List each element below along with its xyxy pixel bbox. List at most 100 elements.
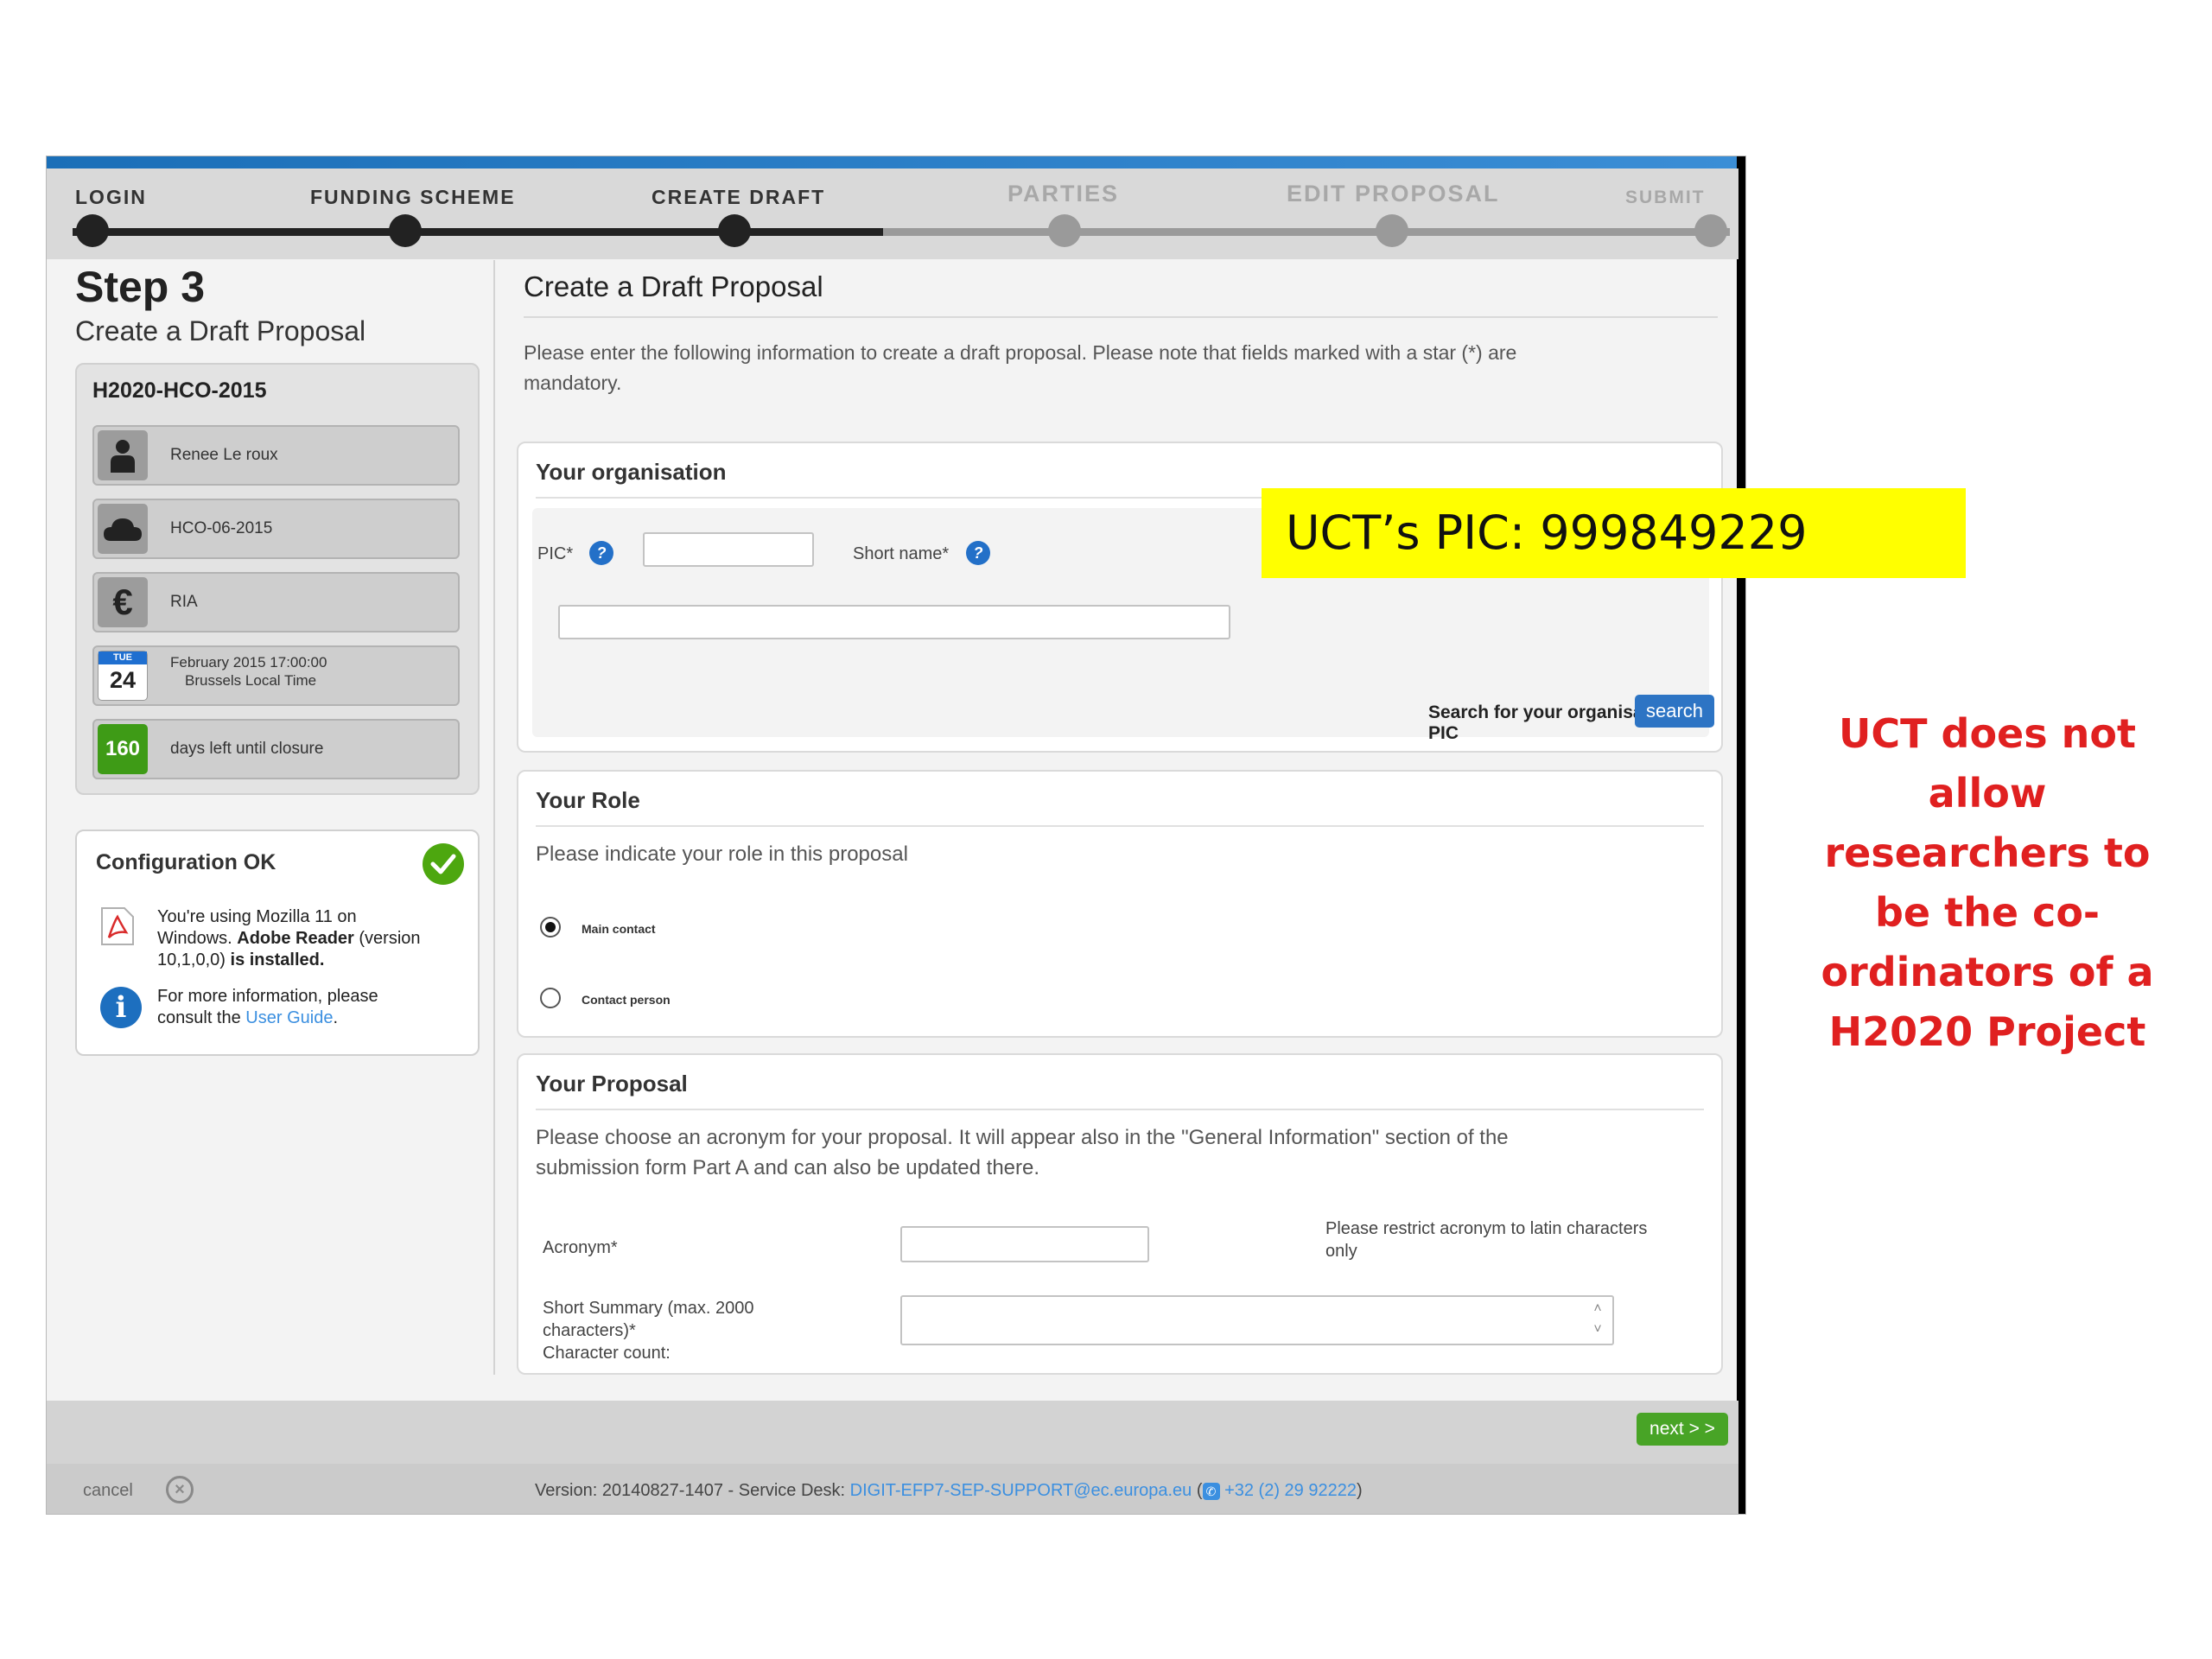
days-left-badge: 160 bbox=[98, 724, 148, 774]
info-row-user: Renee Le roux bbox=[92, 425, 460, 486]
config-info-suffix: . bbox=[333, 1008, 339, 1027]
deadline-timezone: Brussels Local Time bbox=[185, 672, 317, 689]
pic-label: PIC* bbox=[537, 544, 574, 563]
config-reader-line: Windows. Adobe Reader (version bbox=[157, 929, 421, 949]
short-name-input[interactable] bbox=[558, 605, 1230, 639]
intro-line2: mandatory. bbox=[524, 372, 622, 394]
step-funding-scheme-dot bbox=[389, 214, 422, 247]
step-parties-label: PARTIES bbox=[1007, 181, 1120, 207]
proposal-wizard-window: LOGIN FUNDING SCHEME CREATE DRAFT PARTIE… bbox=[46, 156, 1746, 1515]
calendar-day: TUE bbox=[99, 652, 147, 664]
service-desk-email-link[interactable]: DIGIT-EFP7-SEP-SUPPORT@ec.europa.eu bbox=[850, 1481, 1192, 1500]
call-id: H2020-HCO-2015 bbox=[92, 378, 267, 403]
acronym-input[interactable] bbox=[900, 1226, 1149, 1262]
topic-id: HCO-06-2015 bbox=[170, 519, 273, 537]
phone-close: ) bbox=[1356, 1481, 1363, 1500]
character-count-label: Character count: bbox=[543, 1344, 671, 1363]
footer: cancel × Version: 20140827-1407 - Servic… bbox=[47, 1464, 1738, 1514]
sidebar: Step 3 Create a Draft Proposal H2020-HCO… bbox=[47, 259, 496, 1400]
title-divider bbox=[524, 316, 1718, 318]
stepper-line-todo bbox=[883, 228, 1730, 236]
config-version: 10,1,0,0) bbox=[157, 950, 231, 969]
user-name: Renee Le roux bbox=[170, 446, 278, 464]
main-contact-label: Main contact bbox=[582, 922, 656, 936]
search-button[interactable]: search bbox=[1635, 695, 1714, 728]
info-row-deadline: TUE 24 February 2015 17:00:00 Brussels L… bbox=[92, 645, 460, 706]
pic-input[interactable] bbox=[643, 532, 814, 567]
pic-help-icon[interactable]: ? bbox=[589, 541, 613, 565]
step-funding-scheme-label: FUNDING SCHEME bbox=[310, 186, 516, 208]
proposal-desc-line2: submission form Part A and can also be u… bbox=[536, 1156, 1040, 1179]
config-browser-line: You're using Mozilla 11 on bbox=[157, 907, 357, 926]
configuration-title: Configuration OK bbox=[96, 850, 276, 874]
close-icon[interactable]: × bbox=[166, 1476, 194, 1503]
proposal-section: Your Proposal Please choose an acronym f… bbox=[517, 1053, 1723, 1375]
footer-text: Version: 20140827-1407 - Service Desk: D… bbox=[535, 1481, 1363, 1501]
next-button[interactable]: next > > bbox=[1637, 1413, 1728, 1446]
info-row-countdown: 160 days left until closure bbox=[92, 719, 460, 779]
proposal-title: Your Proposal bbox=[536, 1071, 688, 1096]
calendar-date: 24 bbox=[109, 667, 137, 693]
check-icon bbox=[423, 843, 464, 885]
calendar-icon: TUE 24 bbox=[98, 651, 148, 701]
short-name-help-icon[interactable]: ? bbox=[966, 541, 990, 565]
acronym-hint-line2: only bbox=[1325, 1242, 1357, 1261]
config-os: Windows. bbox=[157, 929, 238, 948]
page-title: Create a Draft Proposal bbox=[524, 270, 823, 302]
acronym-hint-line1: Please restrict acronym to latin charact… bbox=[1325, 1219, 1648, 1238]
main-contact-radio[interactable] bbox=[540, 917, 561, 938]
step-edit-proposal-dot bbox=[1376, 214, 1408, 247]
step-subtitle: Create a Draft Proposal bbox=[75, 315, 366, 346]
step-login-dot bbox=[76, 214, 109, 247]
contact-person-label: Contact person bbox=[582, 993, 671, 1007]
step-create-draft-dot bbox=[718, 214, 751, 247]
config-info-prefix: consult the bbox=[157, 1008, 246, 1027]
role-divider bbox=[536, 825, 1704, 827]
pdf-icon bbox=[101, 907, 134, 945]
step-submit-label: SUBMIT bbox=[1625, 188, 1706, 207]
deadline-date: February 2015 17:00:00 bbox=[170, 654, 327, 671]
proposal-divider bbox=[536, 1109, 1704, 1110]
config-version-label: (version bbox=[353, 929, 421, 948]
config-info-line2: consult the User Guide. bbox=[157, 1008, 338, 1028]
info-icon: i bbox=[100, 987, 142, 1028]
config-reader-name: Adobe Reader bbox=[237, 929, 354, 948]
config-info-line1: For more information, please bbox=[157, 987, 378, 1006]
organisation-title: Your organisation bbox=[536, 459, 727, 485]
version-info: Version: 20140827-1407 - Service Desk: bbox=[535, 1481, 850, 1500]
euro-icon: € bbox=[98, 577, 148, 627]
pic-callout: UCT’s PIC: 999849229 bbox=[1262, 488, 1966, 578]
configuration-box: Configuration OK You're using Mozilla 11… bbox=[75, 830, 480, 1056]
cancel-link[interactable]: cancel bbox=[83, 1481, 133, 1501]
contact-person-radio[interactable] bbox=[540, 988, 561, 1008]
proposal-desc-line1: Please choose an acronym for your propos… bbox=[536, 1126, 1509, 1149]
config-installed: is installed. bbox=[230, 950, 325, 969]
role-description: Please indicate your role in this propos… bbox=[536, 842, 908, 866]
info-row-type: € RIA bbox=[92, 572, 460, 632]
textarea-scroll-icon[interactable]: ˄ ˅ bbox=[1588, 1299, 1607, 1342]
proposal-description: Please choose an acronym for your propos… bbox=[536, 1122, 1659, 1183]
stepper-line-done bbox=[73, 228, 883, 236]
progress-stepper: LOGIN FUNDING SCHEME CREATE DRAFT PARTIE… bbox=[47, 168, 1738, 259]
info-row-topic: HCO-06-2015 bbox=[92, 499, 460, 559]
short-summary-textarea[interactable] bbox=[900, 1295, 1614, 1345]
window-edge bbox=[1737, 156, 1745, 1514]
intro-line1: Please enter the following information t… bbox=[524, 341, 1517, 364]
service-desk-phone-link[interactable]: +32 (2) 29 92222 bbox=[1224, 1481, 1357, 1500]
phone-icon: ✆ bbox=[1202, 1482, 1220, 1500]
action-bar bbox=[47, 1401, 1738, 1464]
summary-label-line1: Short Summary (max. 2000 bbox=[543, 1299, 754, 1318]
summary-label-line2: characters)* bbox=[543, 1321, 636, 1340]
step-title: Step 3 bbox=[75, 263, 206, 311]
role-title: Your Role bbox=[536, 787, 640, 813]
acronym-label: Acronym* bbox=[543, 1238, 618, 1257]
person-icon bbox=[98, 430, 148, 480]
role-section: Your Role Please indicate your role in t… bbox=[517, 770, 1723, 1038]
step-login-label: LOGIN bbox=[75, 186, 147, 208]
action-type: RIA bbox=[170, 593, 198, 611]
step-edit-proposal-label: EDIT PROPOSAL bbox=[1287, 181, 1500, 207]
short-name-label: Short name* bbox=[853, 544, 950, 563]
side-note: UCT does not allow researchers to be the… bbox=[1821, 710, 2154, 1055]
call-info-box: H2020-HCO-2015 Renee Le roux HCO-06-2015… bbox=[75, 363, 480, 795]
user-guide-link[interactable]: User Guide bbox=[245, 1008, 333, 1027]
